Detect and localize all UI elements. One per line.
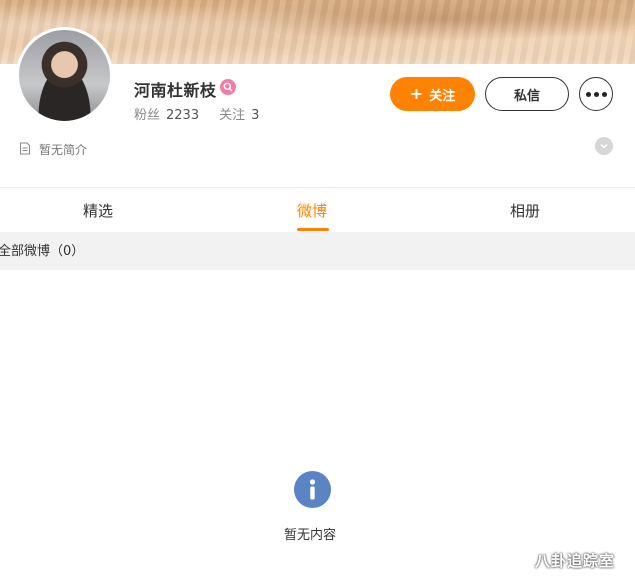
- plus-icon: +: [409, 84, 424, 103]
- filter-label[interactable]: 全部微博（0）: [0, 232, 84, 272]
- more-options-button[interactable]: [579, 77, 613, 111]
- more-dot-icon: [593, 91, 599, 97]
- tab-weibo[interactable]: 微博: [297, 200, 327, 221]
- avatar[interactable]: [16, 27, 113, 124]
- more-dot-icon: [601, 91, 607, 97]
- profile-stats: 粉丝 2233 关注 3: [134, 104, 259, 123]
- tab-featured[interactable]: 精选: [83, 200, 113, 221]
- filter-bar: 全部微博（0）: [0, 232, 635, 270]
- following-stat[interactable]: 关注 3: [219, 108, 259, 123]
- document-icon: [19, 142, 31, 158]
- info-icon: [294, 471, 331, 508]
- message-button-label: 私信: [513, 88, 540, 104]
- following-count: 3: [251, 108, 260, 123]
- fans-stat[interactable]: 粉丝 2233: [134, 108, 199, 123]
- bio-text: 暂无简介: [39, 143, 88, 157]
- following-label: 关注: [219, 108, 246, 123]
- vip-badge-icon[interactable]: [220, 79, 236, 95]
- watermark: 八卦追踪室: [535, 552, 616, 570]
- fans-label: 粉丝: [134, 108, 161, 123]
- follow-button-label: 关注: [429, 88, 456, 104]
- message-button[interactable]: 私信: [485, 77, 569, 111]
- empty-state-text: 暂无内容: [284, 528, 337, 543]
- more-dot-icon: [585, 91, 591, 97]
- divider: [0, 187, 635, 188]
- fans-count: 2233: [166, 108, 200, 123]
- active-tab-indicator: [297, 228, 329, 231]
- follow-button[interactable]: + 关注: [390, 77, 475, 111]
- chevron-down-icon[interactable]: [595, 137, 613, 155]
- bio-row: 暂无简介: [19, 141, 87, 158]
- profile-name[interactable]: 河南杜新枝: [134, 77, 217, 101]
- tab-album[interactable]: 相册: [510, 200, 540, 221]
